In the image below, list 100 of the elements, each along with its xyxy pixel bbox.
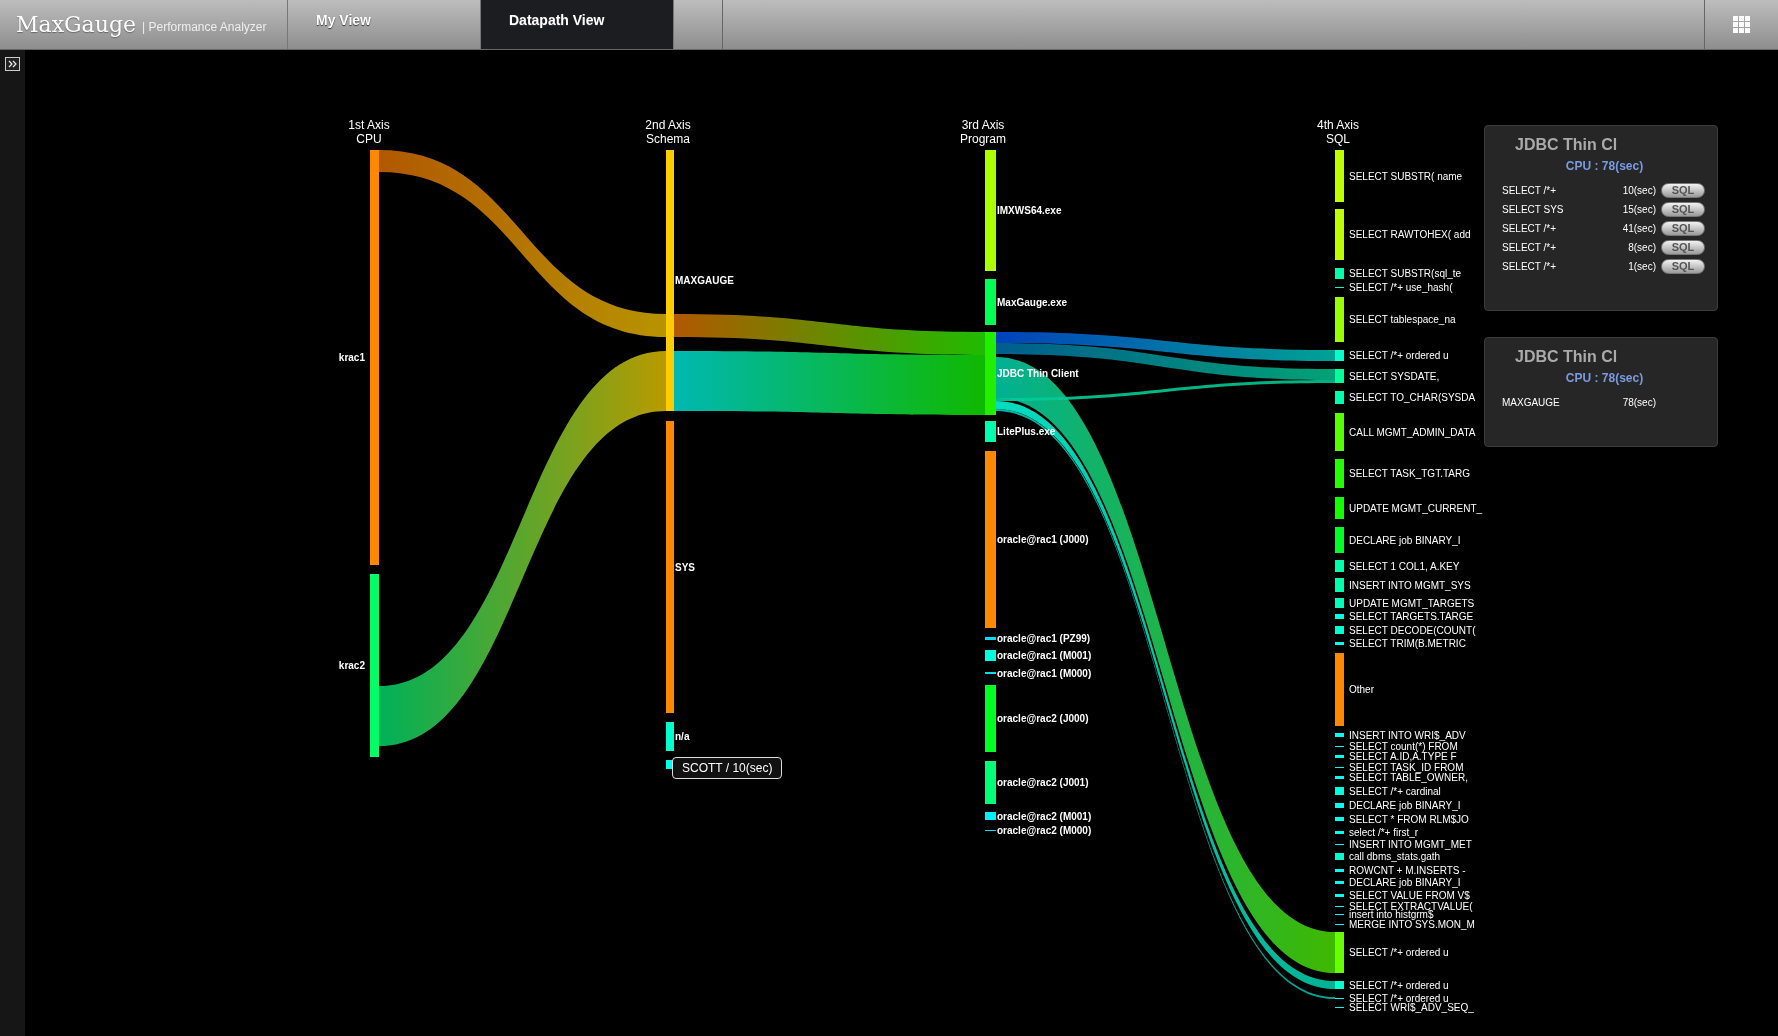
sql-button[interactable]: SQL (1661, 221, 1705, 236)
node-bar[interactable] (1335, 350, 1344, 361)
node-bar[interactable] (985, 421, 996, 442)
node-bar[interactable] (1335, 653, 1344, 726)
node-bar[interactable] (1335, 803, 1344, 808)
node-label: oracle@rac2 (M001) (997, 810, 1092, 822)
node-label: SELECT RAWTOHEX( add (1349, 229, 1471, 240)
node-label: DECLARE job BINARY_I (1349, 877, 1461, 888)
node-label: SELECT DECODE(COUNT( (1349, 624, 1476, 636)
node-label: SELECT /*+ ordered u (1349, 350, 1449, 361)
node-label: CALL MGMT_ADMIN_DATA (1349, 426, 1476, 438)
node-bar[interactable] (370, 574, 379, 757)
row-value: 15(sec) (1621, 204, 1657, 215)
node-label: DECLARE job BINARY_I (1349, 534, 1461, 546)
node-label: SELECT TASK_ID FROM (1349, 762, 1464, 773)
node-bar[interactable] (985, 150, 996, 271)
node-label: SELECT /*+ cardinal (1349, 785, 1441, 797)
node-bar[interactable] (1335, 817, 1344, 821)
node-label: n/a (675, 731, 690, 742)
axis-subtitle: Program (960, 132, 1006, 146)
node-label: MERGE INTO SYS.MON_M (1349, 919, 1475, 930)
node-label: SELECT /*+ ordered u (1349, 993, 1449, 1004)
sql-button[interactable]: SQL (1661, 259, 1705, 274)
node-bar[interactable] (1335, 831, 1344, 834)
node-bar[interactable] (1335, 894, 1344, 897)
expand-icon[interactable] (5, 57, 20, 71)
node-bar[interactable] (1335, 787, 1344, 795)
node-bar[interactable] (666, 150, 674, 411)
nav-tab[interactable]: Datapath View (481, 0, 674, 49)
node-bar[interactable] (1335, 369, 1344, 383)
node-bar[interactable] (1335, 527, 1344, 553)
node-label: SELECT TASK_TGT.TARG (1349, 468, 1470, 479)
node-bar[interactable] (985, 685, 996, 752)
panel-title: JDBC Thin Cl (1515, 348, 1619, 366)
row-label: SELECT /*+ (1502, 185, 1557, 196)
node-bar[interactable] (1335, 642, 1344, 645)
sql-button[interactable]: SQL (1661, 240, 1705, 255)
node-bar[interactable] (985, 332, 996, 415)
node-bar[interactable] (985, 761, 996, 804)
row-value: 1(sec) (1627, 261, 1657, 272)
node-bar[interactable] (985, 451, 996, 628)
panel-cpu: CPU : 78(sec) (1565, 159, 1644, 173)
node-bar[interactable] (1335, 932, 1344, 973)
node-bar[interactable] (1335, 981, 1344, 989)
node-label: krac2 (338, 660, 365, 671)
axis-title: 1st Axis (348, 118, 390, 132)
node-bar[interactable] (666, 722, 674, 751)
node-bar[interactable] (985, 650, 996, 661)
node-bar[interactable] (985, 637, 996, 640)
node-bar[interactable] (1335, 776, 1344, 779)
node-bar[interactable] (985, 279, 996, 325)
row-label: SELECT SYS (1502, 204, 1565, 215)
row-value: 10(sec) (1621, 185, 1657, 196)
node-label: SELECT SUBSTR( name (1349, 170, 1463, 182)
node-label: SELECT count(*) FROM (1349, 741, 1458, 752)
row-label: SELECT /*+ (1502, 242, 1557, 253)
node-label: IMXWS64.exe (997, 205, 1062, 216)
axis-title: 4th Axis (1317, 118, 1359, 132)
node-label: SELECT /*+ use_hash( (1349, 282, 1453, 293)
node-label: oracle@rac1 (PZ99) (997, 633, 1091, 644)
node-bar[interactable] (1335, 459, 1344, 488)
node-bar[interactable] (1335, 853, 1344, 860)
node-bar[interactable] (1335, 598, 1344, 608)
node-label: SELECT SYSDATE, (1349, 370, 1440, 382)
axis-subtitle: SQL (1326, 132, 1350, 146)
node-bar[interactable] (1335, 881, 1344, 884)
row-label: SELECT /*+ (1502, 261, 1557, 272)
node-bar[interactable] (1335, 297, 1344, 342)
node-bar[interactable] (370, 150, 379, 565)
node-bar[interactable] (1335, 626, 1344, 634)
node-label: MaxGauge.exe (997, 296, 1068, 308)
node-label: SELECT tablespace_na (1349, 314, 1456, 325)
node-label: UPDATE MGMT_CURRENT_ (1349, 502, 1483, 514)
node-bar[interactable] (1335, 733, 1344, 737)
grid-menu-icon[interactable] (1733, 16, 1750, 33)
node-bar[interactable] (1335, 578, 1344, 592)
node-bar[interactable] (1335, 209, 1344, 260)
node-bar[interactable] (1335, 614, 1344, 619)
node-bar[interactable] (1335, 391, 1344, 404)
node-label: UPDATE MGMT_TARGETS (1349, 597, 1475, 609)
node-bar[interactable] (1335, 150, 1344, 202)
node-bar[interactable] (666, 421, 674, 713)
node-label: SELECT TRIM(B.METRIC (1349, 638, 1466, 649)
node-bar[interactable] (1335, 755, 1344, 758)
node-bar[interactable] (1335, 497, 1344, 519)
node-label: oracle@rac1 (M001) (997, 650, 1092, 661)
node-bar[interactable] (1335, 268, 1344, 279)
row-value: 41(sec) (1621, 223, 1657, 234)
node-label: SELECT TABLE_OWNER, (1349, 772, 1468, 783)
node-label: SELECT TO_CHAR(SYSDA (1349, 392, 1476, 403)
node-label: oracle@rac1 (J000) (997, 534, 1089, 545)
node-label: Other (1349, 684, 1374, 695)
node-bar[interactable] (1335, 869, 1344, 872)
node-bar[interactable] (1335, 413, 1344, 451)
sql-button[interactable]: SQL (1661, 202, 1705, 217)
node-bar[interactable] (985, 812, 996, 820)
node-label: INSERT INTO MGMT_MET (1349, 839, 1472, 850)
node-bar[interactable] (1335, 560, 1344, 572)
sql-button[interactable]: SQL (1661, 183, 1705, 198)
node-label: INSERT INTO MGMT_SYS (1349, 579, 1471, 591)
